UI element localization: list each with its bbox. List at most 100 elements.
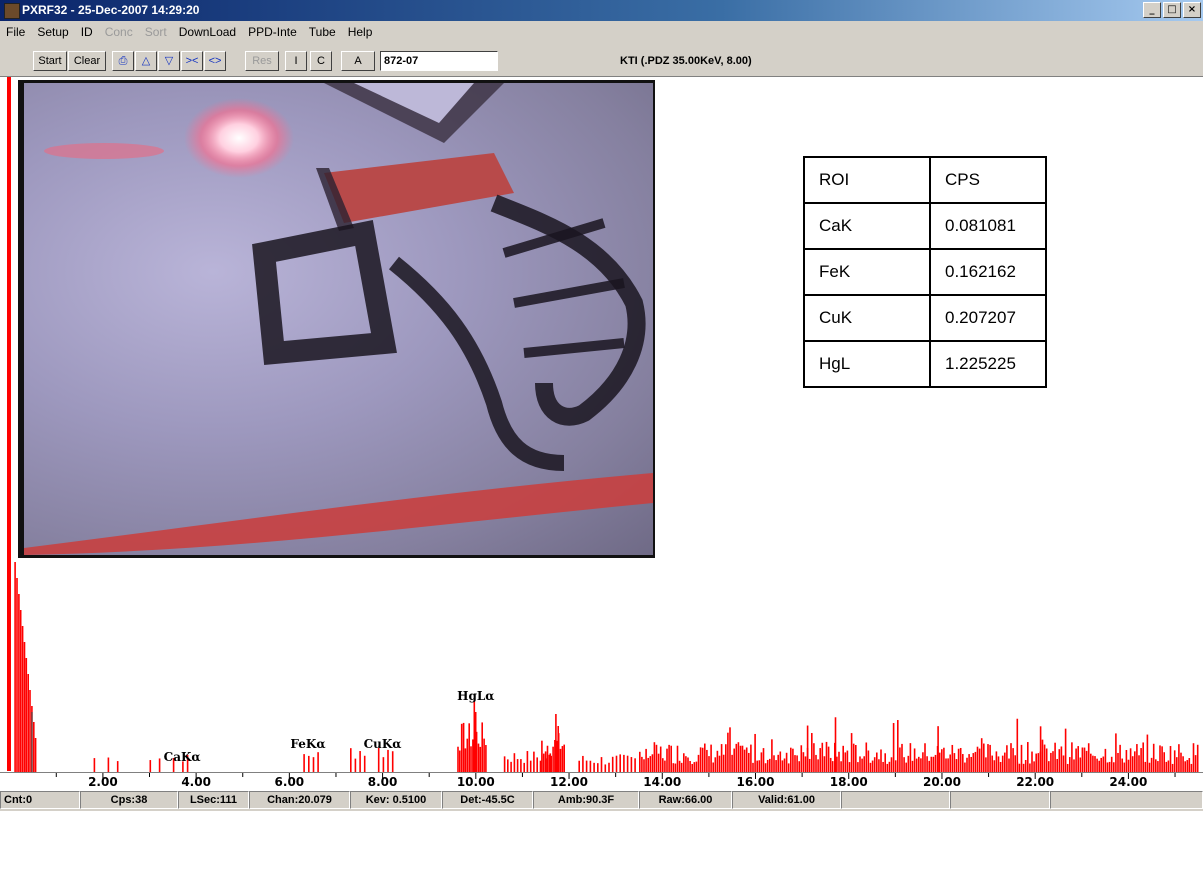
menu-help[interactable]: Help xyxy=(342,25,379,39)
a-button[interactable]: A xyxy=(341,51,375,71)
status-raw: Raw:66.00 xyxy=(639,791,732,809)
roi-header-row: ROI CPS xyxy=(803,156,1047,204)
spectrum-bar xyxy=(1096,758,1098,772)
spectrum-bar xyxy=(14,562,16,772)
spectrum-bar xyxy=(1157,761,1159,772)
spectrum-bar xyxy=(720,744,723,772)
axis-tick-label: 14.00 xyxy=(643,775,682,789)
spectrum-bar xyxy=(672,763,675,772)
spectrum-bar xyxy=(758,760,761,772)
spectrum-bar xyxy=(1121,758,1123,772)
status-empty-2 xyxy=(950,791,1050,809)
spectrum-bar xyxy=(589,760,592,772)
toolbar: Start Clear ⎙ △ ▽ >< <> Res I C A 872-07… xyxy=(0,42,1203,77)
spectrum-bar xyxy=(1092,755,1094,772)
c-button[interactable]: C xyxy=(310,51,332,71)
res-button[interactable]: Res xyxy=(245,51,279,71)
expand-icon[interactable]: <> xyxy=(204,51,226,71)
spectrum-bar xyxy=(878,759,880,772)
spectrum-bar xyxy=(1020,744,1023,772)
spectrum-bar xyxy=(597,763,599,772)
axis-tick-label: 20.00 xyxy=(922,775,961,789)
spectrum-bar xyxy=(680,762,683,772)
menu-sort[interactable]: Sort xyxy=(139,25,173,39)
spectrum-bar xyxy=(815,754,817,772)
menu-ppd-inte[interactable]: PPD-Inte xyxy=(242,25,303,39)
peak-label: FeKα xyxy=(290,737,325,751)
spectrum-bar xyxy=(630,757,633,772)
i-button[interactable]: I xyxy=(285,51,307,71)
spectrum-bar xyxy=(559,748,562,772)
spectrum-bar xyxy=(655,744,658,772)
roi-cell: CuK xyxy=(803,294,931,342)
spectrum-bar xyxy=(871,760,874,772)
spectrum-bar xyxy=(764,763,767,772)
collapse-icon[interactable]: >< xyxy=(181,51,203,71)
spectrum-bar xyxy=(1140,748,1142,772)
spectrum-bar xyxy=(831,761,834,772)
spectrum-bar xyxy=(1196,744,1199,772)
spectrum-bar xyxy=(808,758,811,772)
menu-tube[interactable]: Tube xyxy=(303,25,342,39)
menu-id[interactable]: ID xyxy=(75,25,99,39)
spectrum-bar xyxy=(802,752,805,772)
spectrum-bar xyxy=(915,758,918,772)
spectrum-bar xyxy=(1037,753,1040,772)
spectrum-bar xyxy=(825,741,828,772)
spectrum-bar xyxy=(1056,758,1058,772)
menu-download[interactable]: DownLoad xyxy=(173,25,242,39)
spectrum-bar xyxy=(873,757,876,772)
spectrum-bar xyxy=(1134,751,1136,772)
minimize-button[interactable]: _ xyxy=(1143,2,1161,18)
spectrum-bar xyxy=(653,742,656,772)
menu-setup[interactable]: Setup xyxy=(31,25,74,39)
app-icon[interactable] xyxy=(4,3,20,19)
spectrum-bar xyxy=(1077,746,1079,772)
spectrum-bar xyxy=(651,754,654,772)
spectrum-bar xyxy=(1110,756,1113,772)
spectrum-bar xyxy=(563,744,565,772)
spectrum-bar xyxy=(995,751,998,772)
maximize-button[interactable]: □ xyxy=(1163,2,1181,18)
spectrum-chart[interactable]: CaKα FeKα CuKα HgLα xyxy=(0,560,1203,772)
spectrum-bar xyxy=(838,751,840,772)
spectrum-bar xyxy=(1001,755,1004,772)
triangle-up-icon[interactable]: △ xyxy=(135,51,157,71)
triangle-down-icon[interactable]: ▽ xyxy=(158,51,180,71)
roi-cell: CaK xyxy=(803,202,931,250)
spectrum-bar xyxy=(604,764,607,772)
spectrum-bar xyxy=(1150,757,1153,772)
spectrum-bar xyxy=(1167,760,1170,772)
spectrum-bar xyxy=(697,754,700,772)
spectrum-bar xyxy=(1184,761,1186,772)
spectrum-bar xyxy=(855,744,857,772)
spectrum-bar xyxy=(312,757,315,772)
menu-file[interactable]: File xyxy=(0,25,31,39)
spectrum-bar xyxy=(1083,747,1086,772)
menu-conc[interactable]: Conc xyxy=(99,25,139,39)
spectrum-bar xyxy=(777,754,779,772)
table-row: HgL 1.225225 xyxy=(803,340,1047,388)
peak-labels: CaKα FeKα CuKα HgLα xyxy=(164,689,495,764)
spectrum-bar xyxy=(1054,742,1056,772)
spectrum-bar xyxy=(804,756,807,772)
spectrum-bar xyxy=(1176,757,1178,772)
spectrum-bar xyxy=(21,626,24,772)
start-button[interactable]: Start xyxy=(33,51,67,71)
sample-id-input[interactable]: 872-07 xyxy=(380,51,498,71)
spectrum-bar xyxy=(1146,734,1149,772)
print-icon[interactable]: ⎙ xyxy=(112,51,134,71)
clear-button[interactable]: Clear xyxy=(68,51,106,71)
spectrum-bar xyxy=(1050,752,1052,772)
spectrum-bar xyxy=(842,745,844,772)
spectrum-bar xyxy=(968,754,970,772)
spectrum-bar xyxy=(882,761,884,772)
spectrum-bar xyxy=(695,761,698,772)
spectrum-bar xyxy=(1173,750,1176,772)
spectrum-bar xyxy=(149,760,152,772)
spectrum-bar xyxy=(716,750,719,772)
close-button[interactable]: × xyxy=(1183,2,1201,18)
spectrum-bar xyxy=(510,761,512,772)
spectrum-bar xyxy=(615,755,618,772)
spectrum-bar xyxy=(930,756,933,772)
